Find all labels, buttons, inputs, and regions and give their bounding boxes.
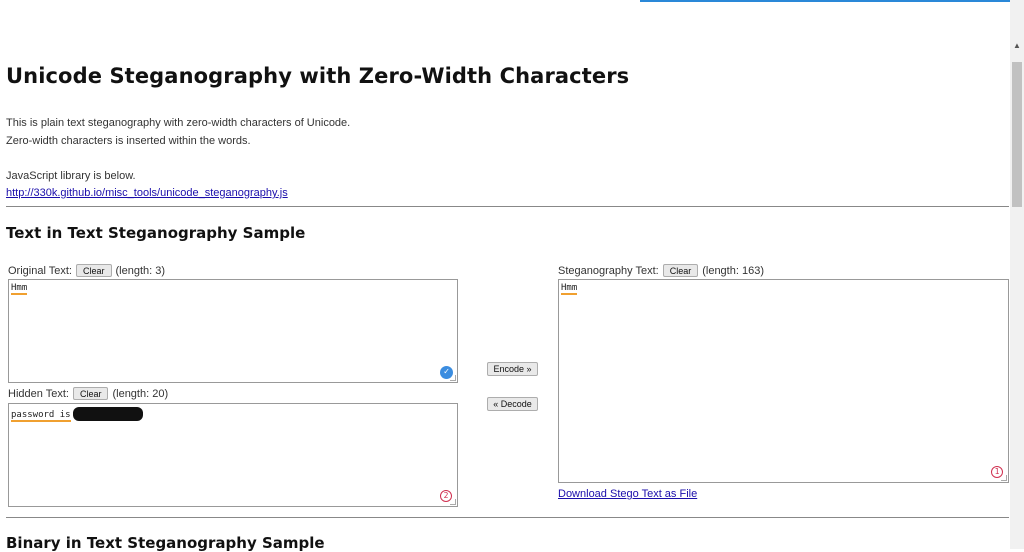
original-text-label: Original Text: xyxy=(8,264,72,277)
section-divider xyxy=(6,206,1009,207)
binary-section-heading: Binary in Text Steganography Sample xyxy=(6,534,325,552)
stego-text-area[interactable]: Hmm 1 xyxy=(558,279,1009,483)
scroll-up-icon[interactable]: ▲ xyxy=(1013,42,1021,50)
stego-text-label-row: Steganography Text: Clear (length: 163) xyxy=(558,264,764,277)
stego-text-label: Steganography Text: xyxy=(558,264,659,277)
scrollbar-thumb[interactable] xyxy=(1012,62,1022,207)
intro-text: This is plain text steganography with ze… xyxy=(6,115,350,203)
original-text-area[interactable]: Hmm ✓ xyxy=(8,279,458,383)
hidden-text-value: password is xyxy=(11,410,71,422)
top-accent-line xyxy=(640,0,1010,2)
hidden-clear-button[interactable]: Clear xyxy=(72,387,109,400)
intro-line-1: This is plain text steganography with ze… xyxy=(6,117,351,129)
hidden-text-area[interactable]: password is 2 xyxy=(8,403,458,507)
stego-text-value: Hmm xyxy=(561,283,578,295)
original-clear-button[interactable]: Clear xyxy=(76,264,112,277)
original-text-label-row: Original Text: Clear (length: 3) xyxy=(8,264,165,277)
original-text-value: Hmm xyxy=(11,283,28,295)
hidden-text-label: Hidden Text: xyxy=(8,387,69,400)
intro-line-2: Zero-width characters is inserted within… xyxy=(6,134,251,147)
resize-grip[interactable] xyxy=(450,499,456,505)
download-stego-link[interactable]: Download Stego Text as File xyxy=(558,488,697,500)
resize-grip[interactable] xyxy=(450,375,456,381)
stego-clear-button[interactable]: Clear xyxy=(662,264,699,277)
original-length: (length: 3) xyxy=(115,264,166,277)
page-scrollbar[interactable]: ▲ xyxy=(1010,0,1024,549)
section-divider xyxy=(6,517,1009,518)
library-note: JavaScript library is below. xyxy=(6,169,136,182)
decode-button[interactable]: « Decode xyxy=(487,397,538,411)
page-title: Unicode Steganography with Zero-Width Ch… xyxy=(6,64,630,88)
library-link[interactable]: http://330k.github.io/misc_tools/unicode… xyxy=(6,187,288,199)
text-section-heading: Text in Text Steganography Sample xyxy=(6,224,306,242)
encode-button[interactable]: Encode » xyxy=(487,362,538,376)
redaction-mark xyxy=(72,407,143,421)
hidden-length: (length: 20) xyxy=(112,387,169,400)
resize-grip[interactable] xyxy=(1001,475,1007,481)
stego-length: (length: 163) xyxy=(702,264,764,277)
hidden-text-label-row: Hidden Text: Clear (length: 20) xyxy=(8,387,168,400)
